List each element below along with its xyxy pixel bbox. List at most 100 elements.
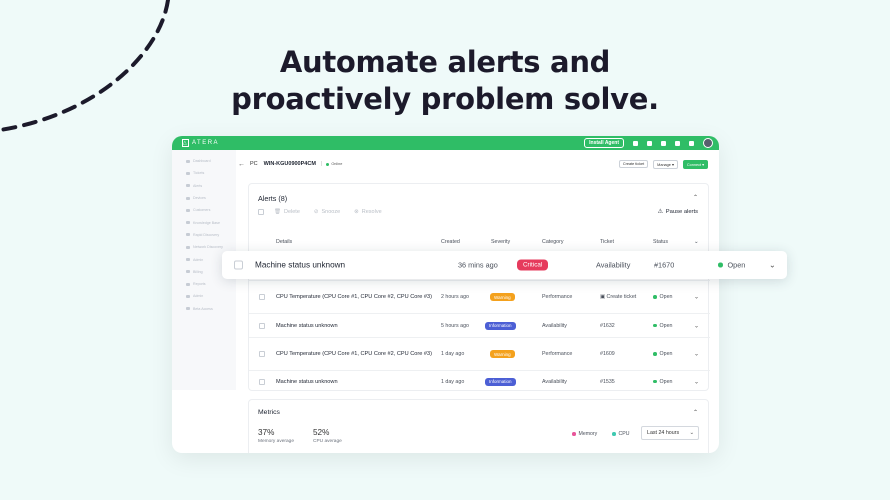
alert-created: 36 mins ago [458,260,498,270]
install-agent-button[interactable]: Install Agent [584,138,624,148]
legend-memory[interactable]: Memory [572,431,597,437]
pause-alerts-button[interactable]: ⚠ Pause alerts [658,209,698,215]
cpu-average-value: 52% [313,428,330,437]
sidebar-item[interactable]: Admin [172,290,236,302]
alert-category: Performance [542,294,573,300]
avatar[interactable] [703,138,713,148]
resolve-button[interactable]: ⊗ Resolve [354,209,381,215]
table-row[interactable]: CPU Temperature (CPU Core #1, CPU Core #… [249,280,710,313]
bell-icon[interactable] [689,140,694,146]
sidebar-item[interactable]: Alerts [172,180,236,192]
sidebar-item[interactable]: Dashboard [172,155,236,167]
row-checkbox[interactable] [259,351,265,357]
ticket-link[interactable]: #1670 [654,261,674,270]
time-range-select[interactable]: Last 24 hours ⌄ [641,426,699,440]
back-arrow-icon[interactable]: ← [238,161,245,168]
header-details[interactable]: Details [276,239,292,245]
resolve-icon: ⊗ [354,209,359,215]
legend-cpu[interactable]: CPU [612,431,629,437]
alert-category: Availability [542,378,567,385]
table-row[interactable]: Machine status unknown 1 day ago Informa… [249,370,710,392]
header-severity[interactable]: Severity [491,239,510,245]
alerts-toolbar: 🗑 Delete ⊘ Snooze ⊗ Resolve ⚠ Pause alerts [258,209,698,215]
ticket-link[interactable]: #1609 [600,351,615,357]
row-expand-icon[interactable]: ⌄ [694,294,699,301]
legend-memory-label: Memory [578,431,598,437]
plus-icon[interactable] [647,140,652,146]
create-ticket-link[interactable]: ▣ Create ticket [600,294,636,300]
columns-chevron-icon[interactable]: ⌄ [694,239,698,245]
row-checkbox[interactable] [234,260,243,270]
highlighted-alert-row[interactable]: Machine status unknown 36 mins ago Criti… [222,251,787,279]
delete-button[interactable]: 🗑 Delete [274,209,300,215]
legend-cpu-label: CPU [618,431,630,437]
sidebar-item[interactable]: Knowledge Base [172,216,236,228]
status-dot-icon [653,352,657,356]
alert-category: Availability [596,260,631,270]
severity-badge: Information [485,321,516,330]
header-ticket[interactable]: Ticket [600,239,614,245]
row-checkbox[interactable] [259,322,265,329]
table-row[interactable]: CPU Temperature (CPU Core #1, CPU Core #… [249,337,710,370]
alert-icon [186,184,190,188]
severity-badge: Critical [517,259,549,271]
connect-button[interactable]: Connect ▾ [682,159,708,169]
alert-details: Machine status unknown [255,260,346,270]
cpu-average-label: CPU average [313,439,342,444]
sidebar-item-label: Billing [193,269,203,274]
alert-status: Open [653,351,672,357]
video-icon[interactable] [675,140,680,146]
ticket-link[interactable]: #1632 [600,323,615,329]
ticket-label: Create ticket [606,294,637,300]
create-ticket-button[interactable]: Create ticket [618,160,649,168]
megaphone-icon[interactable] [633,140,638,146]
row-checkbox[interactable] [259,294,265,300]
headline-line-1: Automate alerts and [279,45,611,79]
trash-icon: 🗑 [274,209,281,215]
device-actions: Create ticket Manage ▾ Connect ▾ [618,159,708,169]
row-expand-icon[interactable]: ⌄ [694,351,699,358]
chevron-down-icon: ⌄ [689,430,694,436]
breadcrumb: ← PC WIN-KGU0900P4CM | Online Create tic… [238,158,708,170]
divider: | [320,161,323,167]
atera-logo[interactable]: △ ATERA [182,139,219,147]
row-checkbox[interactable] [259,378,265,385]
sidebar-item[interactable]: Devices [172,192,236,204]
ticket-link[interactable]: #1535 [600,379,615,385]
online-status: Online [326,162,342,166]
row-expand-icon[interactable]: ⌄ [694,322,699,329]
alert-created: 1 day ago [441,378,465,385]
alert-status: Open [653,323,672,329]
app-window: △ ATERA Install Agent Dashboard Tickets … [172,136,719,453]
collapse-metrics-icon[interactable]: ⌃ [693,409,698,416]
breadcrumb-pc[interactable]: PC [250,161,258,167]
manage-button[interactable]: Manage ▾ [653,159,678,169]
warning-icon: ⚠ [657,209,663,215]
sidebar-item-label: Tickets [193,171,205,176]
online-label: Online [331,162,343,166]
settings-icon [186,294,190,298]
sidebar-item-label: Network Discovery [193,245,223,250]
network-icon [186,245,190,249]
alert-status: Open [653,379,672,385]
memory-dot-icon [572,432,576,436]
table-row[interactable]: Machine status unknown 5 hours ago Infor… [249,313,710,337]
header-created[interactable]: Created [441,239,460,245]
sidebar-item[interactable]: Customers [172,204,236,216]
row-expand-icon[interactable]: ⌄ [694,378,699,385]
chat-icon[interactable] [661,140,666,146]
collapse-alerts-icon[interactable]: ⌃ [693,194,698,201]
sidebar-item[interactable]: Beta Access [172,303,236,315]
sidebar-item[interactable]: Rapid Discovery [172,229,236,241]
alert-details: CPU Temperature (CPU Core #1, CPU Core #… [276,350,432,357]
header-status[interactable]: Status [653,239,668,245]
snooze-button[interactable]: ⊘ Snooze [314,209,340,215]
row-expand-icon[interactable]: ⌄ [769,261,776,270]
sidebar-item[interactable]: Reports [172,278,236,290]
sidebar-item[interactable]: Tickets [172,167,236,179]
alert-created: 5 hours ago [441,322,469,329]
select-all-checkbox[interactable] [258,209,264,215]
severity-badge: Warning [490,293,515,301]
status-label: Open [727,260,746,270]
header-category[interactable]: Category [542,239,564,245]
